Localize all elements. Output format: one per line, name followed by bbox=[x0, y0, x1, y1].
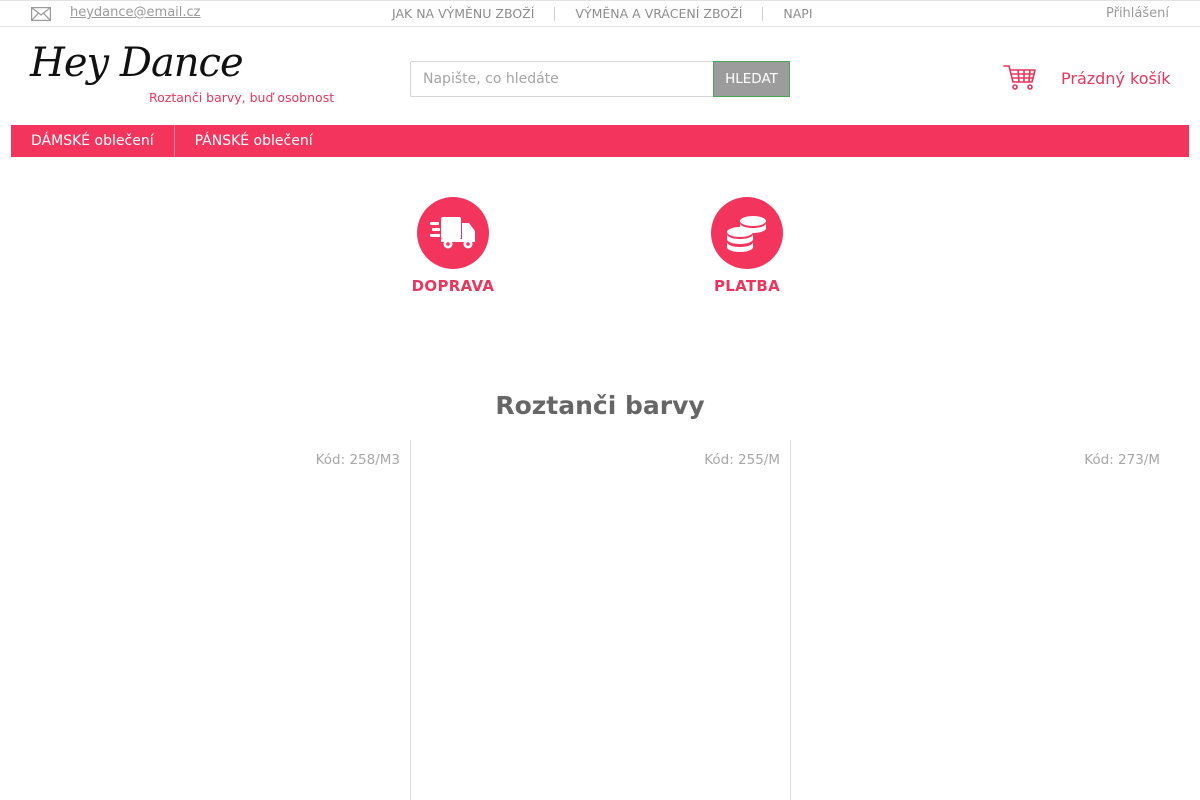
shipping-label: DOPRAVA bbox=[411, 277, 495, 295]
top-link-exchange-howto[interactable]: JAK NA VÝMĚNU ZBOŽÍ bbox=[372, 7, 554, 21]
nav-item-womens[interactable]: DÁMSKÉ oblečení bbox=[11, 125, 175, 157]
envelope-icon bbox=[31, 6, 51, 22]
cart-label: Prázdný košík bbox=[1061, 69, 1171, 88]
top-bar: heydance@email.cz JAK NA VÝMĚNU ZBOŽÍ VÝ… bbox=[0, 0, 1200, 27]
truck-icon bbox=[417, 197, 489, 269]
logo[interactable]: Hey Dance Roztanči barvy, buď osobnost bbox=[30, 40, 340, 108]
product-card[interactable]: Kód: 258/M3 bbox=[30, 440, 410, 800]
product-code: Kód: 273/M bbox=[1084, 452, 1160, 468]
top-links: JAK NA VÝMĚNU ZBOŽÍ VÝMĚNA A VRÁCENÍ ZBO… bbox=[372, 1, 833, 27]
shipping-info[interactable]: DOPRAVA bbox=[393, 197, 513, 295]
logo-text: Hey Dance bbox=[30, 40, 244, 86]
payment-info[interactable]: PLATBA bbox=[687, 197, 807, 295]
main-nav: DÁMSKÉ oblečení PÁNSKÉ oblečení bbox=[11, 125, 1189, 157]
logo-tagline: Roztanči barvy, buď osobnost bbox=[149, 90, 335, 105]
product-code: Kód: 258/M3 bbox=[315, 452, 400, 468]
cart-icon bbox=[1003, 63, 1037, 95]
product-card[interactable]: Kód: 273/M bbox=[790, 440, 1170, 800]
product-grid: Kód: 258/M3 Kód: 255/M Kód: 273/M bbox=[30, 440, 1170, 800]
product-card[interactable]: Kód: 255/M bbox=[410, 440, 790, 800]
email-link[interactable]: heydance@email.cz bbox=[70, 5, 201, 20]
coins-icon bbox=[711, 197, 783, 269]
search-input[interactable] bbox=[410, 61, 714, 97]
section-title: Roztanči barvy bbox=[495, 391, 705, 420]
product-code: Kód: 255/M bbox=[704, 452, 780, 468]
top-link-napi[interactable]: NAPI bbox=[762, 7, 832, 21]
login-link[interactable]: Přihlášení bbox=[1106, 6, 1169, 21]
top-link-exchange-return[interactable]: VÝMĚNA A VRÁCENÍ ZBOŽÍ bbox=[554, 7, 762, 21]
cart-link[interactable]: Prázdný košík bbox=[1003, 63, 1171, 95]
search-button[interactable]: HLEDAT bbox=[713, 61, 790, 97]
nav-item-mens[interactable]: PÁNSKÉ oblečení bbox=[175, 125, 333, 157]
payment-label: PLATBA bbox=[713, 277, 781, 295]
